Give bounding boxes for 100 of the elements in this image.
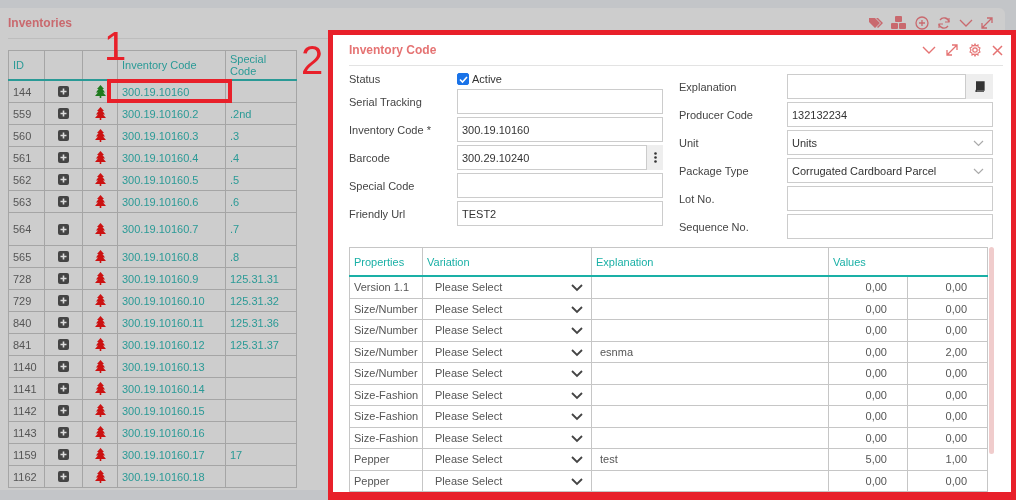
plus-icon[interactable] [58, 108, 69, 119]
table-cell[interactable]: 0,00 [828, 276, 908, 298]
plus-icon[interactable] [58, 295, 69, 306]
table-cell[interactable]: 0,00 [828, 362, 908, 384]
close-icon[interactable] [992, 44, 1003, 56]
plus-icon[interactable] [58, 196, 69, 207]
chevron-down-icon [571, 456, 583, 464]
plus-icon[interactable] [58, 251, 69, 262]
table-cell[interactable]: 0,00 [828, 405, 908, 427]
table-cell[interactable] [591, 298, 829, 320]
input-field[interactable] [787, 186, 993, 211]
table-cell[interactable] [591, 427, 829, 449]
plus-icon[interactable] [58, 223, 69, 235]
variation-select[interactable]: Please Select [422, 405, 592, 427]
plus-icon[interactable] [58, 339, 69, 350]
input-field[interactable]: 132132234 [787, 102, 993, 127]
cubes-icon[interactable] [891, 16, 907, 30]
table-cell[interactable]: 0,00 [828, 298, 908, 320]
expand-icon[interactable] [946, 44, 958, 56]
select-field[interactable]: Corrugated Cardboard Parcel [787, 158, 993, 183]
plus-icon[interactable] [58, 449, 69, 460]
table-cell[interactable]: 0,00 [828, 427, 908, 449]
plus-circle-icon[interactable] [915, 16, 929, 30]
chevron-down-icon [571, 370, 583, 378]
plus-icon[interactable] [58, 405, 69, 416]
plus-icon[interactable] [58, 471, 69, 482]
status-checkbox[interactable]: Active [457, 73, 502, 85]
table-cell[interactable]: 0,00 [907, 427, 988, 449]
table-cell[interactable] [591, 362, 829, 384]
table-cell: Size/Number [349, 319, 423, 341]
input-field[interactable]: TEST2 [457, 201, 663, 226]
table-cell[interactable]: test [591, 448, 829, 470]
plus-icon[interactable] [58, 317, 69, 328]
variation-select[interactable]: Please Select [422, 470, 592, 492]
table-cell [225, 465, 297, 488]
input-field[interactable] [787, 74, 966, 99]
table-cell[interactable]: 0,00 [907, 405, 988, 427]
table-cell[interactable] [591, 470, 829, 492]
dialog-title: Inventory Code [349, 43, 437, 57]
expand-icon[interactable] [981, 17, 993, 29]
table-cell[interactable]: 0,00 [828, 384, 908, 406]
field-label: Friendly Url [349, 207, 407, 220]
book-icon [974, 81, 985, 92]
table-cell [225, 355, 297, 378]
table-cell[interactable]: 0,00 [907, 319, 988, 341]
table-cell[interactable] [591, 405, 829, 427]
select-field[interactable]: Units [787, 130, 993, 155]
plus-icon[interactable] [58, 152, 69, 163]
field-label: Producer Code [679, 108, 754, 121]
input-field[interactable]: 300.29.10240 [457, 145, 647, 170]
tag-icon[interactable] [868, 17, 883, 29]
chevron-down-icon [571, 348, 583, 357]
plus-icon[interactable] [58, 273, 69, 284]
variation-select[interactable]: Please Select [422, 362, 592, 384]
table-cell[interactable]: 0,00 [828, 341, 908, 363]
chevron-down-icon[interactable] [922, 45, 936, 55]
plus-icon[interactable] [58, 130, 69, 141]
column-header: Explanation [591, 247, 829, 276]
table-cell[interactable]: 2,00 [907, 341, 988, 363]
variation-select[interactable]: Please Select [422, 341, 592, 363]
chevron-down-icon [571, 413, 583, 421]
input-field[interactable] [787, 214, 993, 239]
input-field[interactable]: 300.19.10160 [457, 117, 663, 142]
table-cell[interactable]: 5,00 [828, 448, 908, 470]
chevron-down-icon [571, 434, 583, 443]
plus-icon[interactable] [58, 361, 69, 372]
refresh-icon[interactable] [937, 16, 951, 30]
variation-select[interactable]: Please Select [422, 298, 592, 320]
variation-select[interactable]: Please Select [422, 427, 592, 449]
plus-icon[interactable] [58, 86, 69, 97]
table-cell[interactable]: 0,00 [907, 276, 988, 298]
plus-icon[interactable] [58, 174, 69, 185]
chevron-down-icon[interactable] [959, 18, 973, 28]
table-cell[interactable] [591, 319, 829, 341]
table-cell: .3 [225, 124, 297, 147]
table-cell[interactable] [591, 276, 829, 298]
table-cell[interactable]: 0,00 [907, 362, 988, 384]
table-cell[interactable]: 0,00 [907, 298, 988, 320]
table-cell[interactable]: esnma [591, 341, 829, 363]
table-cell[interactable]: 0,00 [828, 319, 908, 341]
field-label: Serial Tracking [349, 95, 423, 108]
variation-select[interactable]: Please Select [422, 319, 592, 341]
input-field[interactable] [457, 89, 663, 114]
variation-select[interactable]: Please Select [422, 384, 592, 406]
variation-select[interactable]: Please Select [422, 448, 592, 470]
table-cell: Size/Number [349, 298, 423, 320]
more-button[interactable] [647, 145, 663, 170]
table-cell: .7 [225, 212, 297, 246]
table-cell[interactable]: 0,00 [907, 384, 988, 406]
plus-icon[interactable] [58, 383, 69, 394]
scrollbar[interactable] [989, 247, 994, 454]
table-cell[interactable]: 0,00 [907, 470, 988, 492]
table-cell[interactable]: 0,00 [828, 470, 908, 492]
table-cell[interactable] [591, 384, 829, 406]
book-button[interactable] [966, 74, 993, 99]
variation-select[interactable]: Please Select [422, 276, 592, 298]
table-cell[interactable]: 1,00 [907, 448, 988, 470]
settings-icon[interactable] [968, 43, 982, 57]
plus-icon[interactable] [58, 427, 69, 438]
input-field[interactable] [457, 173, 663, 198]
